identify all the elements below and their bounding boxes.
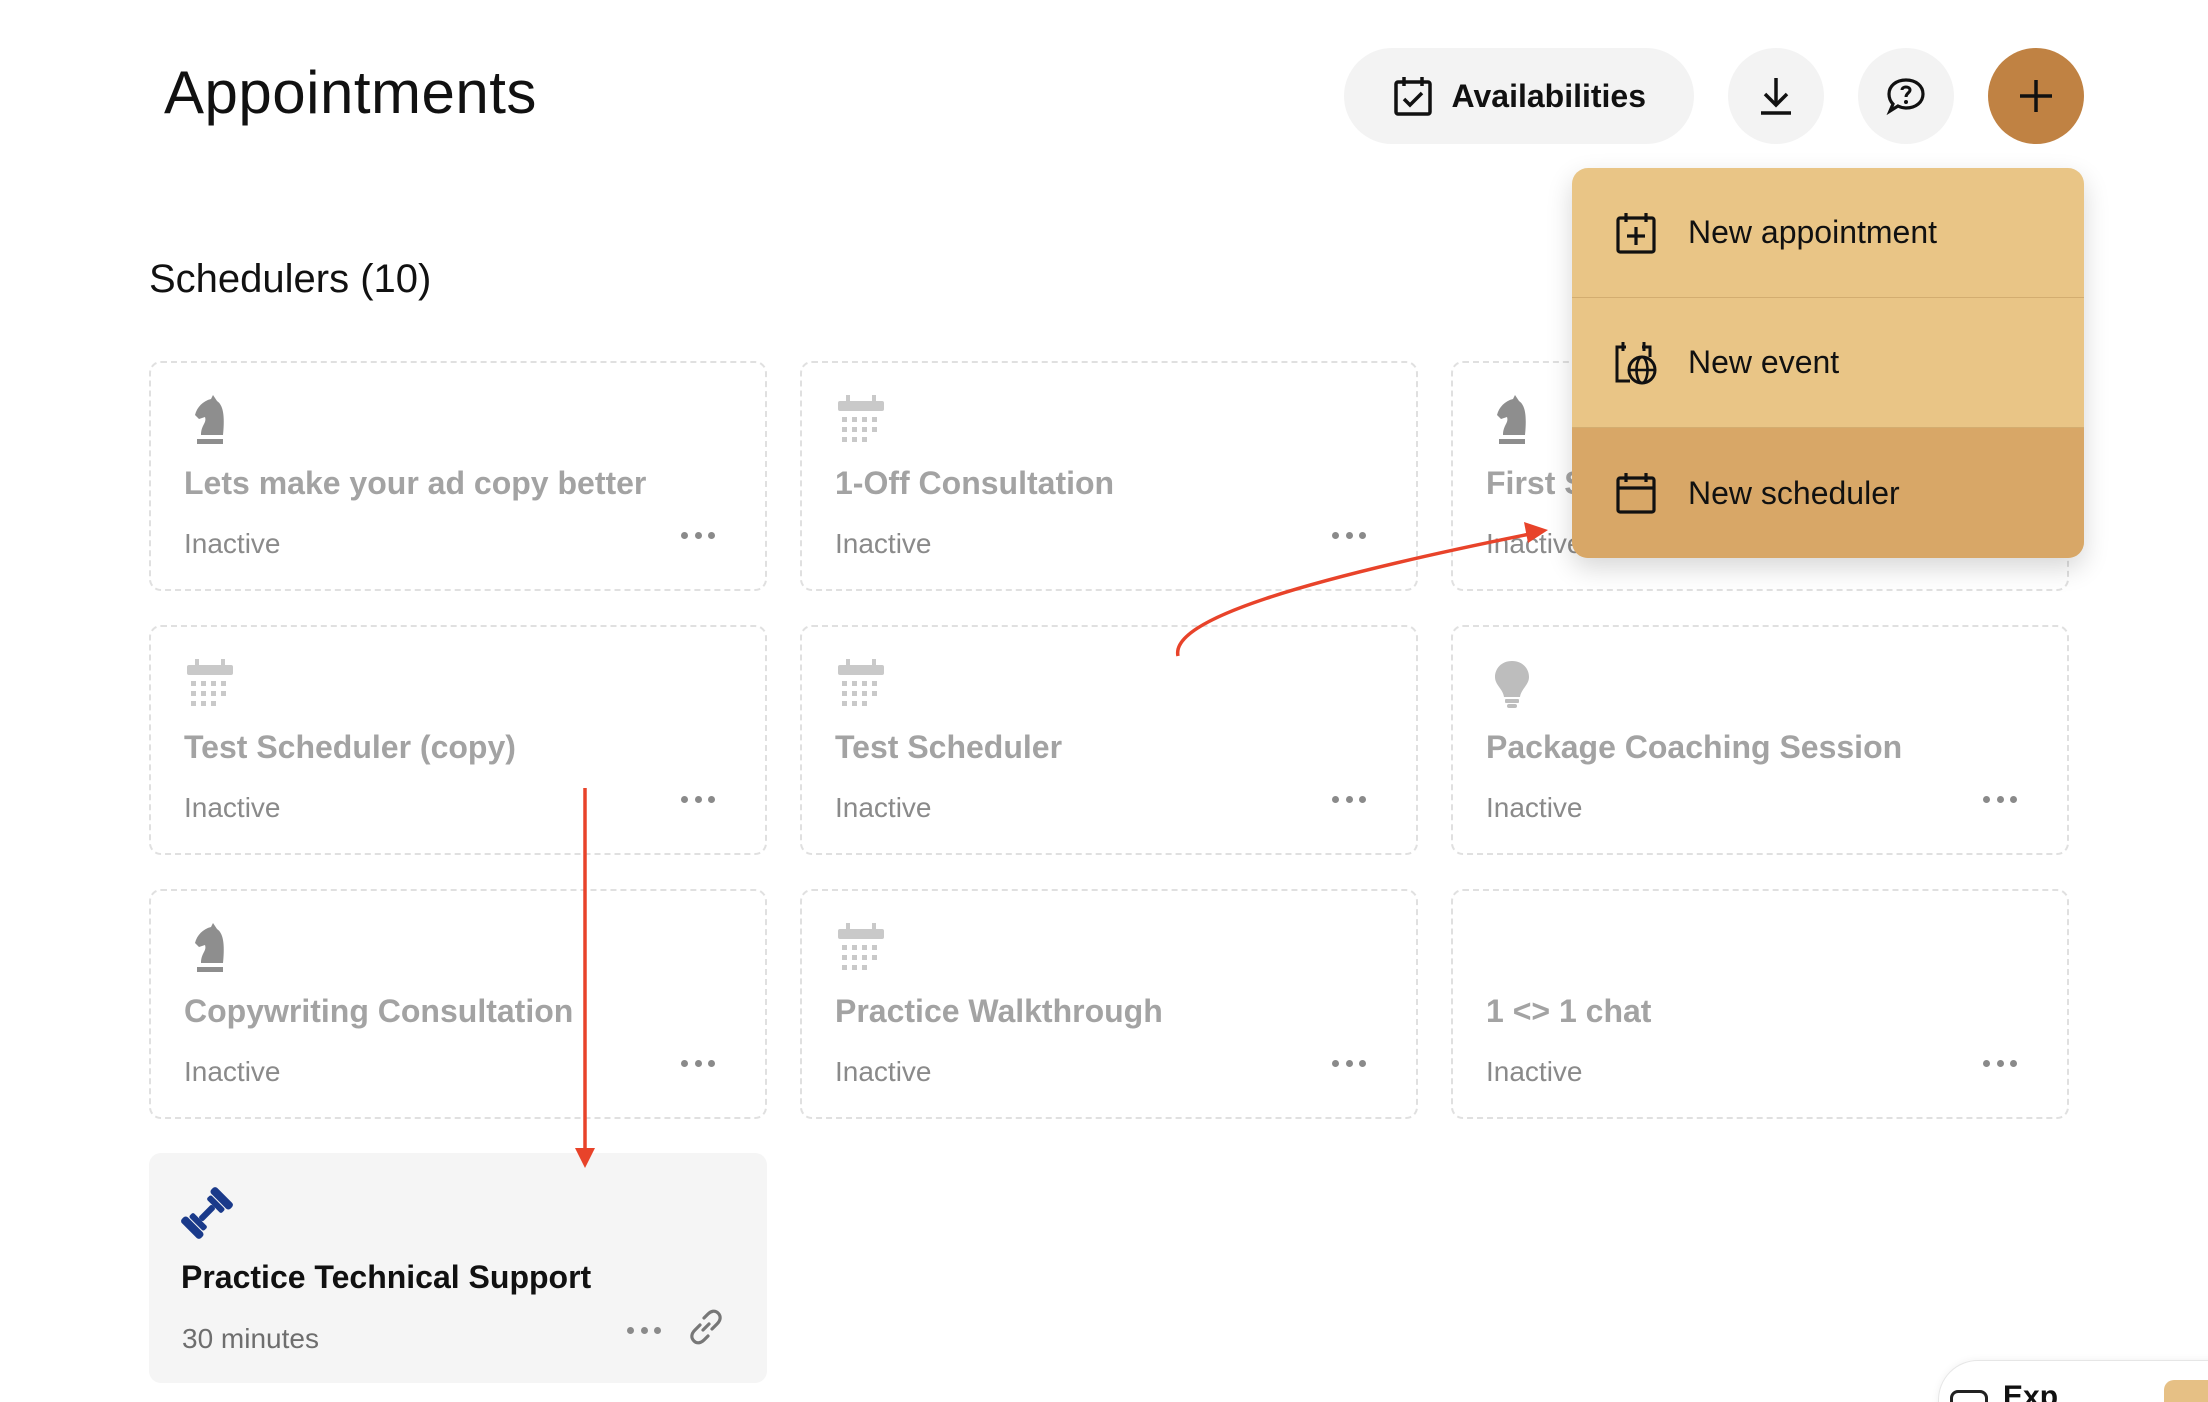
scheduler-card[interactable]: 1-Off Consultation Inactive <box>800 361 1418 591</box>
scheduler-status: Inactive <box>1486 528 1583 559</box>
scheduler-title: 1-Off Consultation <box>835 465 1115 501</box>
more-options-button[interactable] <box>1332 1053 1366 1073</box>
scheduler-title: First S <box>1486 465 1586 501</box>
availabilities-label: Availabilities <box>1451 77 1646 114</box>
menu-item-label: New event <box>1688 344 1840 380</box>
page-title: Appointments <box>164 59 537 126</box>
add-button[interactable] <box>1988 48 2084 144</box>
chess-knight-icon <box>195 395 224 444</box>
help-chat-button[interactable] <box>1858 48 1954 144</box>
chess-knight-icon <box>195 923 224 972</box>
download-button[interactable] <box>1728 48 1824 144</box>
more-options-button[interactable] <box>681 1053 715 1073</box>
availabilities-button[interactable]: Availabilities <box>1343 48 1694 144</box>
more-options-button[interactable] <box>1332 525 1366 545</box>
scheduler-title: Practice Technical Support <box>181 1259 592 1295</box>
scheduler-status: Inactive <box>184 1056 281 1087</box>
more-options-button[interactable] <box>1983 789 2017 809</box>
scheduler-status: Inactive <box>184 792 281 823</box>
corner-badge <box>2164 1380 2208 1402</box>
new-item-menu: New appointment New event New scheduler <box>1572 168 2084 558</box>
scheduler-status: Inactive <box>835 1056 932 1087</box>
calendar-icon <box>187 659 233 706</box>
dumbbell-icon <box>181 1187 233 1239</box>
scheduler-status: Inactive <box>835 528 932 559</box>
calendar-icon <box>838 923 884 970</box>
square-icon <box>1950 1390 1988 1402</box>
scheduler-title: Copywriting Consultation <box>184 993 574 1029</box>
calendar-icon <box>838 395 884 442</box>
scheduler-status: Inactive <box>1486 1056 1583 1087</box>
scheduler-status: Inactive <box>835 792 932 823</box>
more-options-button[interactable] <box>681 525 715 545</box>
scheduler-card[interactable]: 1 <> 1 chat Inactive <box>1451 889 2069 1119</box>
more-options-button[interactable] <box>681 789 715 809</box>
scheduler-card-active[interactable]: Practice Technical Support 30 minutes <box>149 1153 767 1383</box>
scheduler-title: Lets make your ad copy better <box>184 465 647 501</box>
more-options-button[interactable] <box>1983 1053 2017 1073</box>
more-options-button[interactable] <box>1332 789 1366 809</box>
menu-item-new-event[interactable]: New event <box>1572 298 2084 428</box>
scheduler-card[interactable]: Test Scheduler (copy) Inactive <box>149 625 767 855</box>
scheduler-status: Inactive <box>184 528 281 559</box>
scheduler-title: Test Scheduler <box>835 729 1063 765</box>
menu-item-new-appointment[interactable]: New appointment <box>1572 168 2084 298</box>
download-icon <box>1761 78 1791 115</box>
scheduler-card[interactable]: Copywriting Consultation Inactive <box>149 889 767 1119</box>
top-actions: Availabilities <box>1343 48 2084 144</box>
scheduler-title: Package Coaching Session <box>1486 729 1903 765</box>
help-chat-icon <box>1886 78 1925 116</box>
scheduler-status: Inactive <box>1486 792 1583 823</box>
link-icon[interactable] <box>687 1308 725 1346</box>
calendar-globe-icon <box>1614 341 1658 385</box>
scheduler-card[interactable]: Test Scheduler Inactive <box>800 625 1418 855</box>
scheduler-card[interactable]: Lets make your ad copy better Inactive <box>149 361 767 591</box>
menu-item-new-scheduler[interactable]: New scheduler <box>1572 428 2084 558</box>
more-options-button[interactable] <box>627 1320 661 1340</box>
calendar-icon <box>838 659 884 706</box>
scheduler-card[interactable]: Package Coaching Session Inactive <box>1451 625 2069 855</box>
menu-item-label: New appointment <box>1688 214 1938 250</box>
calendar-icon <box>1614 471 1658 515</box>
scheduler-title: 1 <> 1 chat <box>1486 993 1652 1029</box>
scheduler-title: Practice Walkthrough <box>835 993 1163 1029</box>
scheduler-card[interactable]: Practice Walkthrough Inactive <box>800 889 1418 1119</box>
lightbulb-icon <box>1495 661 1529 708</box>
menu-item-label: New scheduler <box>1688 474 1900 511</box>
schedulers-heading: Schedulers (10) <box>149 257 432 301</box>
plus-icon <box>2020 80 2052 112</box>
calendar-check-icon <box>1393 77 1432 116</box>
scheduler-duration: 30 minutes <box>182 1323 319 1354</box>
corner-widget-label: Exp <box>2003 1380 2059 1402</box>
chess-knight-icon <box>1497 395 1526 444</box>
scheduler-title: Test Scheduler (copy) <box>184 729 516 765</box>
calendar-plus-icon <box>1614 211 1658 255</box>
